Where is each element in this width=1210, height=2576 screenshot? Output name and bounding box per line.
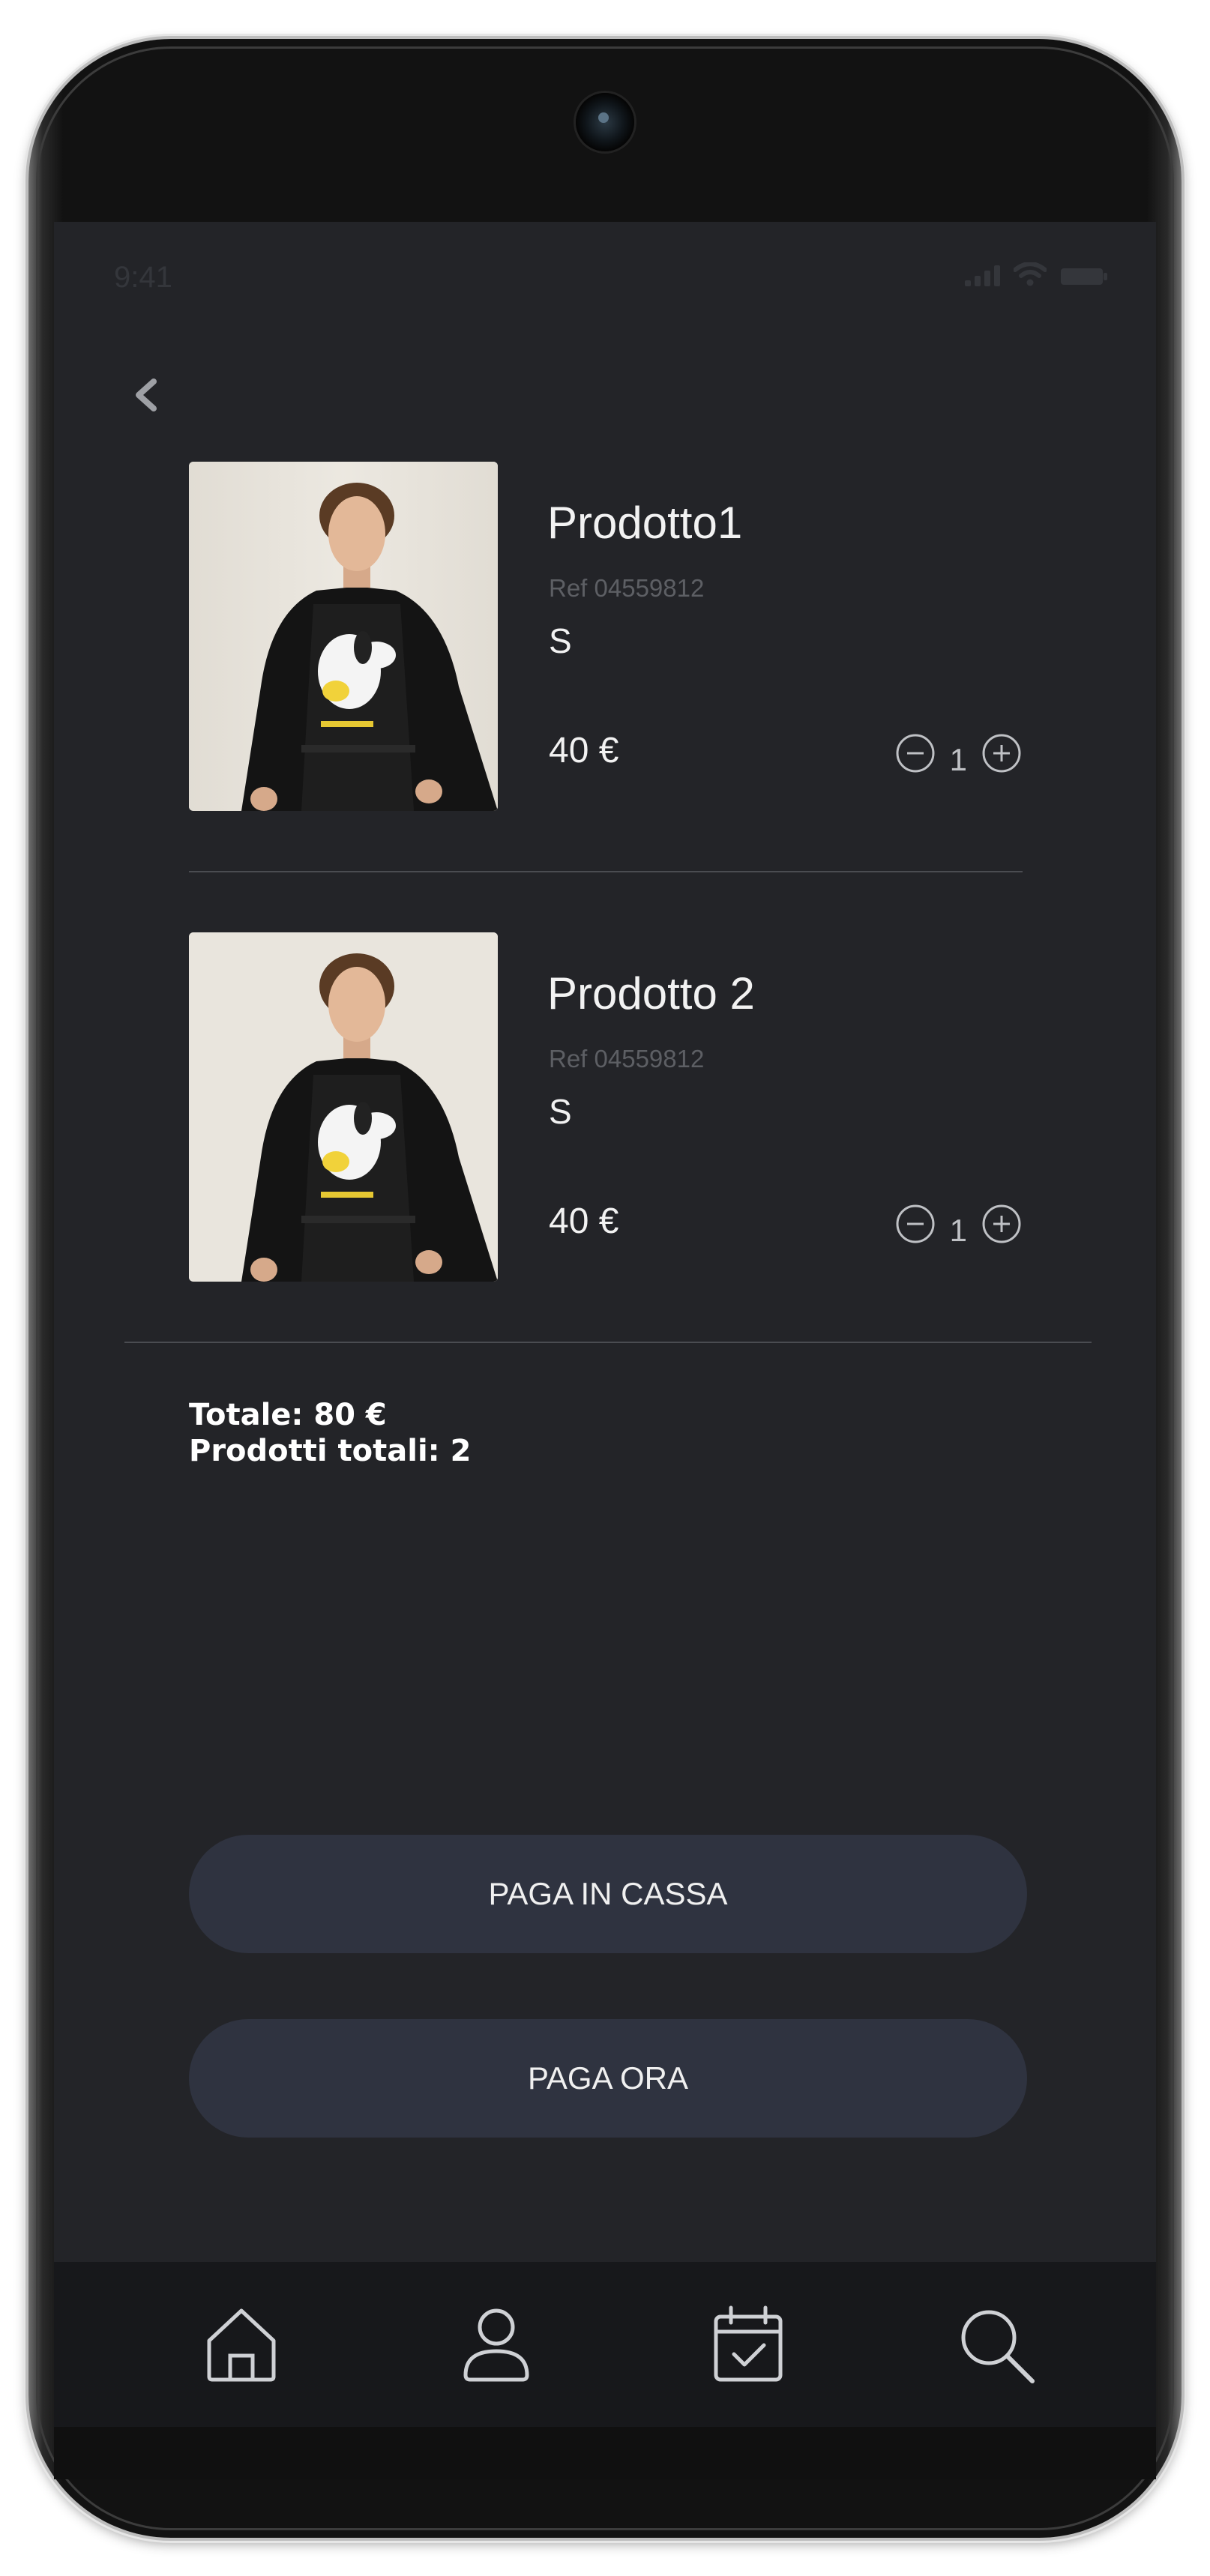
user-icon: [463, 2308, 529, 2382]
calendar-check-icon: [714, 2305, 783, 2382]
nav-home[interactable]: [196, 2299, 286, 2389]
minus-circle-icon[interactable]: [894, 732, 936, 774]
product-size: S: [549, 621, 572, 660]
pay-now-button[interactable]: PAGA ORA: [189, 2019, 1027, 2138]
total-price: Totale: 80 €: [189, 1398, 387, 1432]
plus-circle-icon[interactable]: [981, 732, 1023, 774]
quantity-stepper: 1: [894, 729, 1023, 778]
back-button[interactable]: [120, 369, 172, 421]
wifi-icon: [1014, 262, 1047, 286]
battery-icon: [1061, 268, 1107, 285]
product-name: Prodotto 2: [547, 968, 755, 1019]
search-icon: [961, 2310, 1035, 2383]
item-divider: [189, 871, 1023, 872]
product-image[interactable]: [189, 932, 498, 1282]
app-screen: 9:41 Prodotto1 Ref 04559812 S 40 € 1 Pro…: [54, 222, 1156, 2427]
status-time: 9:41: [114, 261, 172, 294]
product-price: 40 €: [549, 1201, 619, 1241]
nav-calendar[interactable]: [703, 2299, 793, 2389]
product-ref: Ref 04559812: [549, 1045, 705, 1073]
summary-divider: [124, 1342, 1092, 1343]
front-camera: [576, 93, 634, 151]
cart-summary: Totale: 80 € Prodotti totali: 2: [189, 1397, 471, 1469]
product-image[interactable]: [189, 462, 498, 811]
signal-icon: [965, 264, 1000, 286]
nav-search[interactable]: [951, 2299, 1041, 2389]
pay-in-store-button[interactable]: PAGA IN CASSA: [189, 1835, 1027, 1953]
quantity-value: 1: [949, 1213, 967, 1248]
quantity-value: 1: [949, 742, 967, 777]
home-icon: [207, 2308, 276, 2382]
product-ref: Ref 04559812: [549, 574, 705, 602]
minus-circle-icon[interactable]: [894, 1203, 936, 1245]
product-size: S: [549, 1092, 572, 1131]
nav-profile[interactable]: [451, 2299, 541, 2389]
cart-item: Prodotto 2 Ref 04559812 S 40 € 1: [189, 932, 1023, 1282]
plus-circle-icon[interactable]: [981, 1203, 1023, 1245]
quantity-stepper: 1: [894, 1199, 1023, 1249]
chevron-left-icon: [136, 378, 157, 411]
bottom-navigation: [54, 2262, 1156, 2427]
cart-item: Prodotto1 Ref 04559812 S 40 € 1: [189, 462, 1023, 811]
status-icons: [965, 262, 1108, 286]
product-name: Prodotto1: [547, 498, 743, 548]
total-products: Prodotti totali: 2: [189, 1434, 472, 1468]
product-price: 40 €: [549, 731, 619, 770]
bottom-bezel: [54, 2427, 1156, 2479]
